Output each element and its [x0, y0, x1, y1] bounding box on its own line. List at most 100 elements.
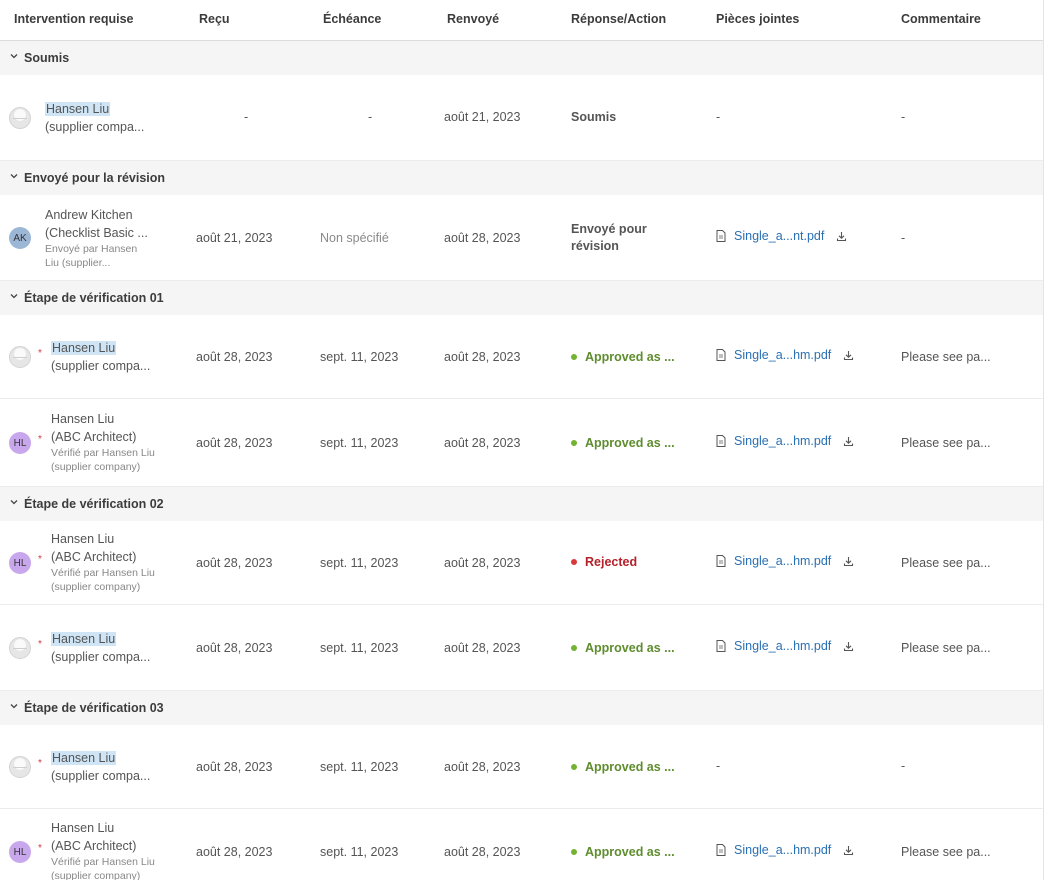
status-dot-icon — [571, 645, 577, 651]
attachment-link[interactable]: Single_a...hm.pdf — [734, 348, 831, 362]
reviewer-name: Hansen Liu (supplier compa... — [51, 749, 150, 785]
verified-by-line-1: Vérifié par Hansen Liu — [51, 447, 155, 459]
received-date: août 28, 2023 — [196, 760, 273, 774]
comment: - — [901, 110, 906, 124]
reviewer-name-text[interactable]: Hansen Liu — [45, 102, 111, 116]
status-label: Approved as ... — [585, 350, 675, 364]
reviewer-name-text[interactable]: Hansen Liu — [51, 410, 155, 428]
reviewer-company: (supplier compa... — [51, 650, 151, 664]
avatar — [9, 346, 31, 368]
download-icon[interactable] — [843, 845, 854, 856]
due-date: sept. 11, 2023 — [320, 350, 399, 364]
status-label: Approved as ... — [585, 641, 675, 655]
table-row: HL * Hansen Liu (ABC Architect) Vérifié … — [0, 399, 1043, 487]
chevron-down-icon[interactable] — [9, 701, 19, 711]
attachment: Single_a...hm.pdf — [716, 434, 854, 448]
group-title: Envoyé pour la révision — [24, 171, 166, 185]
status-badge: Rejected — [571, 555, 637, 569]
reviewer-name-text[interactable]: Andrew Kitchen — [45, 206, 148, 224]
table-row: * Hansen Liu (supplier compa... août 28,… — [0, 605, 1043, 691]
chevron-down-icon[interactable] — [9, 291, 19, 301]
attachment-link[interactable]: Single_a...hm.pdf — [734, 843, 831, 857]
comment: - — [901, 231, 906, 245]
attachment-link[interactable]: Single_a...hm.pdf — [734, 639, 831, 653]
verified-by-line-2: (supplier company) — [51, 461, 141, 473]
chevron-down-icon[interactable] — [9, 497, 19, 507]
column-header-renvoye[interactable]: Renvoyé — [447, 12, 499, 26]
returned-date: août 28, 2023 — [444, 231, 521, 245]
verified-by-line-1: Vérifié par Hansen Liu — [51, 567, 155, 579]
comment[interactable]: Please see pa... — [901, 436, 991, 450]
comment: - — [901, 759, 906, 773]
reviewer-name-text[interactable]: Hansen Liu — [51, 819, 155, 837]
comment[interactable]: Please see pa... — [901, 641, 991, 655]
status-label: Approved as ... — [585, 760, 675, 774]
group-title: Étape de vérification 03 — [24, 701, 164, 715]
verified-by-line-2: (supplier company) — [51, 870, 141, 880]
status-badge: Approved as ... — [571, 845, 675, 859]
download-icon[interactable] — [843, 641, 854, 652]
column-header-reponse[interactable]: Réponse/Action — [571, 12, 666, 26]
download-icon[interactable] — [843, 436, 854, 447]
status-label: Approved as ... — [585, 845, 675, 859]
group-header-verification-02[interactable]: Étape de vérification 02 — [0, 487, 1043, 521]
received-date: août 28, 2023 — [196, 350, 273, 364]
column-header-pieces-jointes[interactable]: Pièces jointes — [716, 12, 799, 26]
reviewer-name-text[interactable]: Hansen Liu — [51, 632, 117, 646]
download-icon[interactable] — [836, 231, 847, 242]
avatar: AK — [9, 227, 31, 249]
column-header-recu[interactable]: Reçu — [199, 12, 230, 26]
status-line-1: Envoyé pour — [571, 222, 647, 236]
file-icon — [716, 640, 726, 652]
returned-date: août 28, 2023 — [444, 845, 521, 859]
due-date: sept. 11, 2023 — [320, 845, 399, 859]
chevron-down-icon[interactable] — [9, 51, 19, 61]
required-icon: * — [38, 434, 42, 445]
comment[interactable]: Please see pa... — [901, 556, 991, 570]
received-date: août 21, 2023 — [196, 231, 273, 245]
download-icon[interactable] — [843, 350, 854, 361]
group-header-soumis[interactable]: Soumis — [0, 41, 1043, 75]
reviewer-name-text[interactable]: Hansen Liu — [51, 530, 155, 548]
reviewer-name-text[interactable]: Hansen Liu — [51, 751, 117, 765]
reviewer-name: Hansen Liu (supplier compa... — [51, 630, 150, 666]
due-date: Non spécifié — [320, 231, 389, 245]
attachment-empty: - — [716, 110, 721, 124]
attachment: Single_a...nt.pdf — [716, 229, 847, 243]
group-title: Étape de vérification 01 — [24, 291, 164, 305]
returned-date: août 28, 2023 — [444, 350, 521, 364]
download-icon[interactable] — [843, 556, 854, 567]
column-header-intervention[interactable]: Intervention requise — [14, 12, 133, 26]
comment[interactable]: Please see pa... — [901, 350, 991, 364]
table-row: HL * Hansen Liu (ABC Architect) Vérifié … — [0, 521, 1043, 605]
group-header-envoye-pour-revision[interactable]: Envoyé pour la révision — [0, 161, 1043, 195]
reviewer-name-text[interactable]: Hansen Liu — [51, 341, 117, 355]
received-date: août 28, 2023 — [196, 436, 273, 450]
chevron-down-icon[interactable] — [9, 171, 19, 181]
attachment-link[interactable]: Single_a...nt.pdf — [734, 229, 824, 243]
group-header-verification-01[interactable]: Étape de vérification 01 — [0, 281, 1043, 315]
received-date: août 28, 2023 — [196, 556, 273, 570]
status-badge: Soumis — [571, 110, 617, 124]
status-label: Rejected — [585, 555, 638, 569]
attachment: Single_a...hm.pdf — [716, 348, 854, 362]
reviewer-company: (Checklist Basic ... — [45, 226, 148, 240]
reviewer-name: Hansen Liu (ABC Architect) Vérifié par H… — [51, 530, 155, 594]
due-date: sept. 11, 2023 — [320, 641, 399, 655]
avatar — [9, 107, 31, 129]
attachment-link[interactable]: Single_a...hm.pdf — [734, 434, 831, 448]
required-icon: * — [38, 639, 42, 650]
file-icon — [716, 230, 726, 242]
group-header-verification-03[interactable]: Étape de vérification 03 — [0, 691, 1043, 725]
verified-by-line-1: Vérifié par Hansen Liu — [51, 856, 155, 868]
column-header-echeance[interactable]: Échéance — [323, 12, 381, 26]
column-header-commentaire[interactable]: Commentaire — [901, 12, 981, 26]
sent-by-line-1: Envoyé par Hansen — [45, 243, 138, 255]
comment[interactable]: Please see pa... — [901, 845, 991, 859]
file-icon — [716, 555, 726, 567]
sent-by-line-2: Liu (supplier... — [45, 257, 111, 269]
returned-date: août 28, 2023 — [444, 760, 521, 774]
reviewer-name: Hansen Liu (ABC Architect) Vérifié par H… — [51, 819, 155, 880]
attachment-link[interactable]: Single_a...hm.pdf — [734, 554, 831, 568]
reviewer-company: (ABC Architect) — [51, 839, 137, 853]
